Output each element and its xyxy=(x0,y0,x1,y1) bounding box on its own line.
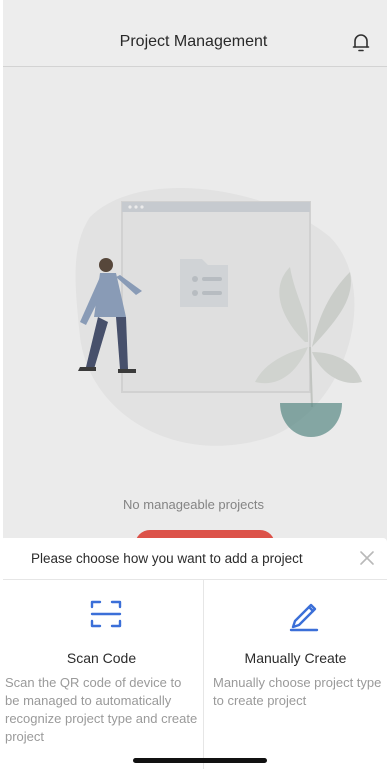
scan-code-description: Scan the QR code of device to be managed… xyxy=(5,675,198,744)
pencil-icon xyxy=(283,594,323,634)
home-indicator[interactable] xyxy=(133,758,267,763)
scan-code-title: Scan Code xyxy=(66,650,137,666)
screen-edge xyxy=(0,0,3,769)
scan-code-option[interactable]: Scan Code Scan the QR code of device to … xyxy=(0,580,203,769)
sheet-title: Please choose how you want to add a proj… xyxy=(31,551,303,566)
manually-create-description: Manually choose project type to create p… xyxy=(213,675,382,708)
scan-icon xyxy=(86,594,126,634)
manually-create-title: Manually Create xyxy=(244,650,347,666)
manually-create-option[interactable]: Manually Create Manually choose project … xyxy=(204,580,387,769)
app-screen: Project Management No manageable project… xyxy=(0,0,387,769)
close-icon[interactable] xyxy=(357,548,377,568)
sheet-header: Please choose how you want to add a proj… xyxy=(0,538,387,580)
add-project-sheet: Please choose how you want to add a proj… xyxy=(0,538,387,769)
add-options: Scan Code Scan the QR code of device to … xyxy=(0,580,387,769)
